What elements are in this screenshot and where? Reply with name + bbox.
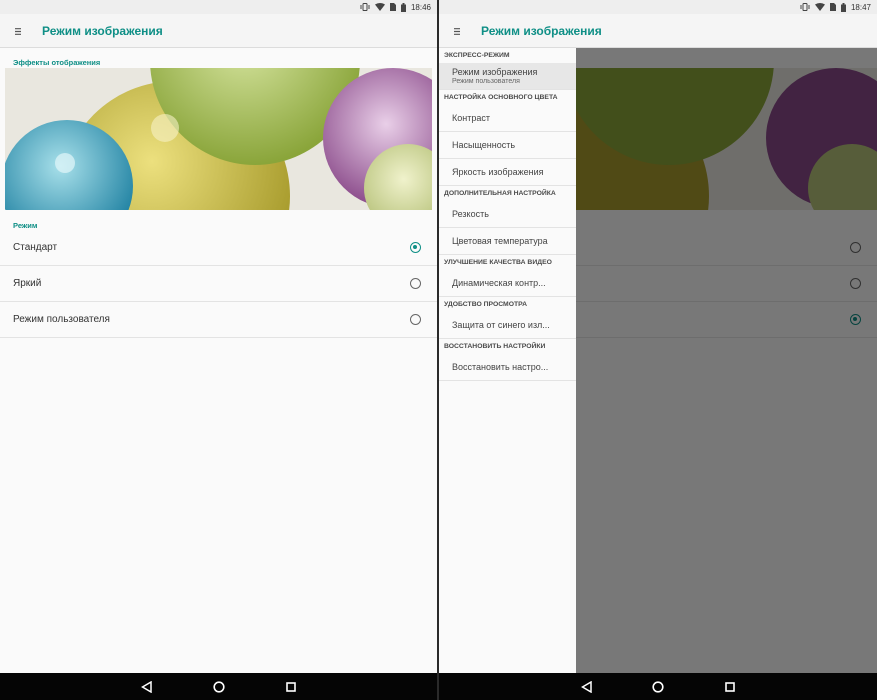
drawer-item-sublabel: Режим пользователя [452,78,520,85]
option-standard[interactable]: Стандарт [0,230,437,266]
status-bar: 18:46 [0,0,437,14]
menu-button[interactable] [0,14,36,48]
drawer-item-color-temperature[interactable]: Цветовая температура [439,228,576,255]
recents-icon[interactable] [723,680,737,694]
drawer-item-label: Цветовая температура [452,236,548,246]
status-bar: 18:47 [439,0,877,14]
mode-section-label: Режим [13,221,38,230]
drawer-item-label: Динамическая контр... [452,278,546,288]
drawer-section-header: УДОБСТВО ПРОСМОТРА [444,301,527,308]
back-icon[interactable] [140,680,154,694]
vibrate-icon [360,3,370,11]
home-icon[interactable] [212,680,226,694]
navigation-drawer: ЭКСПРЕСС-РЕЖИМ Режим изображения Режим п… [439,48,576,673]
app-bar: Режим изображения [439,14,877,48]
drawer-item-label: Насыщенность [452,140,516,150]
drawer-item-saturation[interactable]: Насыщенность [439,132,576,159]
recents-icon[interactable] [284,680,298,694]
sim-icon [389,3,396,11]
left-screen: 18:46 Режим изображения Эффекты отображе… [0,0,437,700]
wifi-icon [374,3,385,11]
drawer-section-header: ВОССТАНОВИТЬ НАСТРОЙКИ [444,343,546,350]
option-bright[interactable]: Яркий [0,266,437,302]
settings-content: Эффекты отображения Режим Стандарт Яркий… [0,48,437,673]
status-time: 18:47 [850,2,871,12]
drawer-item-dynamic-contrast[interactable]: Динамическая контр... [439,270,576,297]
battery-icon [840,2,846,12]
radio-button[interactable] [410,314,421,325]
menu-icon [15,24,21,38]
battery-icon [400,2,406,12]
drawer-item-label: Защита от синего изл... [452,320,550,330]
drawer-item-label: Режим изображения [452,67,538,77]
sim-icon [829,3,836,11]
radio-button[interactable] [410,278,421,289]
navigation-bar [0,673,437,700]
radio-button[interactable] [410,242,421,253]
drawer-section-header: ДОПОЛНИТЕЛЬНАЯ НАСТРОЙКА [444,190,556,197]
page-title: Режим изображения [42,23,163,38]
drawer-item-contrast[interactable]: Контраст [439,105,576,132]
drawer-item-brightness[interactable]: Яркость изображения [439,159,576,186]
navigation-bar [439,673,877,700]
drawer-section-header: ЭКСПРЕСС-РЕЖИМ [444,52,510,59]
drawer-item-sharpness[interactable]: Резкость [439,201,576,228]
drawer-item-blue-light[interactable]: Защита от синего изл... [439,312,576,339]
drawer-item-picture-mode[interactable]: Режим изображения Режим пользователя [439,63,576,90]
drawer-item-label: Яркость изображения [452,167,544,177]
drawer-section-header: НАСТРОЙКА ОСНОВНОГО ЦВЕТА [444,94,558,101]
app-bar: Режим изображения [0,14,437,48]
menu-icon [454,24,460,38]
menu-button[interactable] [439,14,475,48]
preview-image [5,68,432,210]
effects-section-label: Эффекты отображения [13,58,101,67]
option-label: Яркий [13,278,42,289]
drawer-item-label: Восстановить настро... [452,362,549,372]
drawer-item-label: Резкость [452,209,489,219]
drawer-item-restore[interactable]: Восстановить настро... [439,354,576,381]
option-label: Режим пользователя [13,314,110,325]
wifi-icon [814,3,825,11]
right-screen: 18:47 Режим изображения ЭКСПРЕСС-РЕЖИМ Р… [439,0,877,700]
option-label: Стандарт [13,242,58,253]
drawer-item-label: Контраст [452,113,490,123]
option-user[interactable]: Режим пользователя [0,302,437,338]
back-icon[interactable] [579,680,593,694]
drawer-section-header: УЛУЧШЕНИЕ КАЧЕСТВА ВИДЕО [444,259,552,266]
page-title: Режим изображения [481,23,602,38]
home-icon[interactable] [651,680,665,694]
status-time: 18:46 [410,2,431,12]
vibrate-icon [800,3,810,11]
